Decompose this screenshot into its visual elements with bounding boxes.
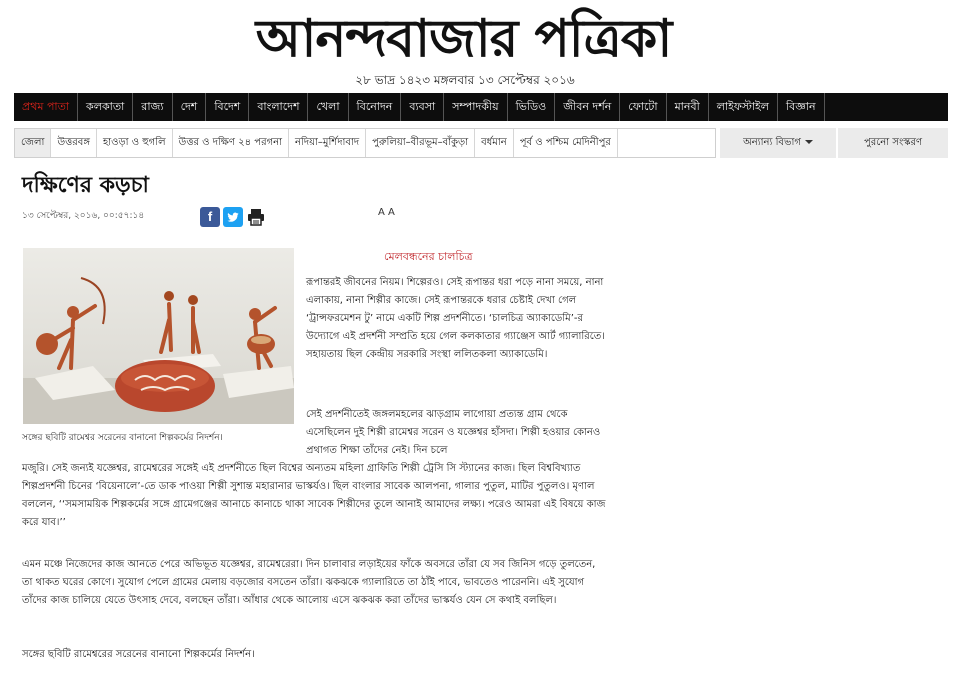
dateline: ২৮ ভাদ্র ১৪২৩ মঙ্গলবার ১৩ সেপ্টেম্বর ২০১… bbox=[355, 73, 575, 87]
nav-item-country[interactable]: দেশ bbox=[173, 93, 207, 121]
sculpture-photo-illustration bbox=[23, 248, 294, 424]
nav-item-entertainment[interactable]: বিনোদন bbox=[349, 93, 402, 121]
subnav-item-nadia-murshidabad[interactable]: নদিয়া–মুর্শিদাবাদ bbox=[289, 129, 367, 157]
nav-item-photo[interactable]: ফোটো bbox=[620, 93, 667, 121]
font-size-controls[interactable]: A A bbox=[378, 207, 395, 218]
twitter-icon[interactable] bbox=[223, 207, 243, 227]
nav-item-kolkata[interactable]: কলকাতা bbox=[78, 93, 134, 121]
article-paragraph-3: এমন মঞ্চে নিজেদের কাজ আনতে পেরে অভিভূত য… bbox=[22, 559, 596, 606]
subnav-item-medinipur[interactable]: পূর্ব ও পশ্চিম মেদিনীপুর bbox=[514, 129, 618, 157]
twitter-bird-glyph bbox=[227, 212, 239, 222]
site-logo[interactable]: আনন্দবাজার পত্রিকা bbox=[226, 4, 701, 74]
photo-caption: সঙ্গের ছবিটি রামেশ্বর সরেনের বানানো শিল্… bbox=[22, 433, 223, 443]
nav-item-state[interactable]: রাজ্য bbox=[133, 93, 173, 121]
nav-item-philosophy[interactable]: জীবন দর্শন bbox=[555, 93, 621, 121]
article-timestamp: ১৩ সেপ্টেম্বর, ২০১৬, ০০:৫৭:১৪ bbox=[22, 211, 145, 221]
subnav-item-bardhaman[interactable]: বর্ধমান bbox=[475, 129, 514, 157]
subnav-item-howrah-hooghly[interactable]: হাওড়া ও হুগলি bbox=[97, 129, 173, 157]
nav-item-sports[interactable]: খেলা bbox=[308, 93, 349, 121]
nav-item-editorial[interactable]: সম্পাদকীয় bbox=[444, 93, 508, 121]
subnav-label-district: জেলা bbox=[15, 129, 52, 157]
printer-glyph bbox=[248, 209, 264, 226]
nav-item-abroad[interactable]: বিদেশ bbox=[206, 93, 250, 121]
nav-item-science[interactable]: বিজ্ঞান bbox=[778, 93, 825, 121]
old-edition-button[interactable]: পুরনো সংস্করণ bbox=[838, 128, 948, 158]
article-paragraph-1: রূপান্তরই জীবনের নিয়ম। শিল্পেরও। সেই রূ… bbox=[306, 277, 605, 360]
article-photo bbox=[23, 248, 294, 424]
nav-item-bangladesh[interactable]: বাংলাদেশ bbox=[249, 93, 309, 121]
masthead: আনন্দবাজার পত্রিকা ২৮ ভাদ্র ১৪২৩ মঙ্গলবা… bbox=[0, 0, 960, 92]
main-navigation: প্রথম পাতা কলকাতা রাজ্য দেশ বিদেশ বাংলাদ… bbox=[14, 93, 948, 121]
article-subhead: মেলবন্ধনের চালচিত্র bbox=[384, 250, 473, 263]
facebook-icon[interactable]: f bbox=[200, 207, 220, 227]
subnav-item-north-bengal[interactable]: উত্তরবঙ্গ bbox=[51, 129, 97, 157]
nav-item-front-page[interactable]: প্রথম পাতা bbox=[14, 93, 79, 121]
article-paragraph-2-end: মজুরি। সেই জন্যই যজ্ঞেশ্বর, রামেশ্বরের স… bbox=[22, 463, 606, 528]
other-sections-dropdown[interactable]: অন্যান্য বিভাগ bbox=[720, 128, 836, 158]
district-navigation: জেলা উত্তরবঙ্গ হাওড়া ও হুগলি উত্তর ও দক… bbox=[14, 128, 716, 158]
nav-item-business[interactable]: ব্যবসা bbox=[401, 93, 445, 121]
subnav-item-purulia-birbhum-bankura[interactable]: পুরুলিয়া–বীরভূম–বাঁকুড়া bbox=[366, 129, 476, 157]
subnav-item-24-parganas[interactable]: উত্তর ও দক্ষিণ ২৪ পরগনা bbox=[173, 129, 290, 157]
article-paragraph-4: সঙ্গের ছবিটি রামেশ্বরের সরেনের বানানো শি… bbox=[22, 649, 255, 660]
nav-item-lifestyle[interactable]: লাইফস্টাইল bbox=[709, 93, 778, 121]
article-paragraph-2-start: সেই প্রদর্শনীতেই জঙ্গলমহলের ঝাড়গ্রাম লা… bbox=[306, 409, 601, 456]
share-buttons: f bbox=[200, 207, 266, 227]
nav-item-women[interactable]: মানবী bbox=[667, 93, 709, 121]
article-title: দক্ষিণের কড়চা bbox=[22, 173, 149, 198]
other-sections-label: অন্যান্য বিভাগ bbox=[743, 137, 801, 148]
nav-item-video[interactable]: ভিডিও bbox=[508, 93, 556, 121]
print-icon[interactable] bbox=[246, 207, 266, 227]
caret-down-icon bbox=[804, 140, 813, 144]
